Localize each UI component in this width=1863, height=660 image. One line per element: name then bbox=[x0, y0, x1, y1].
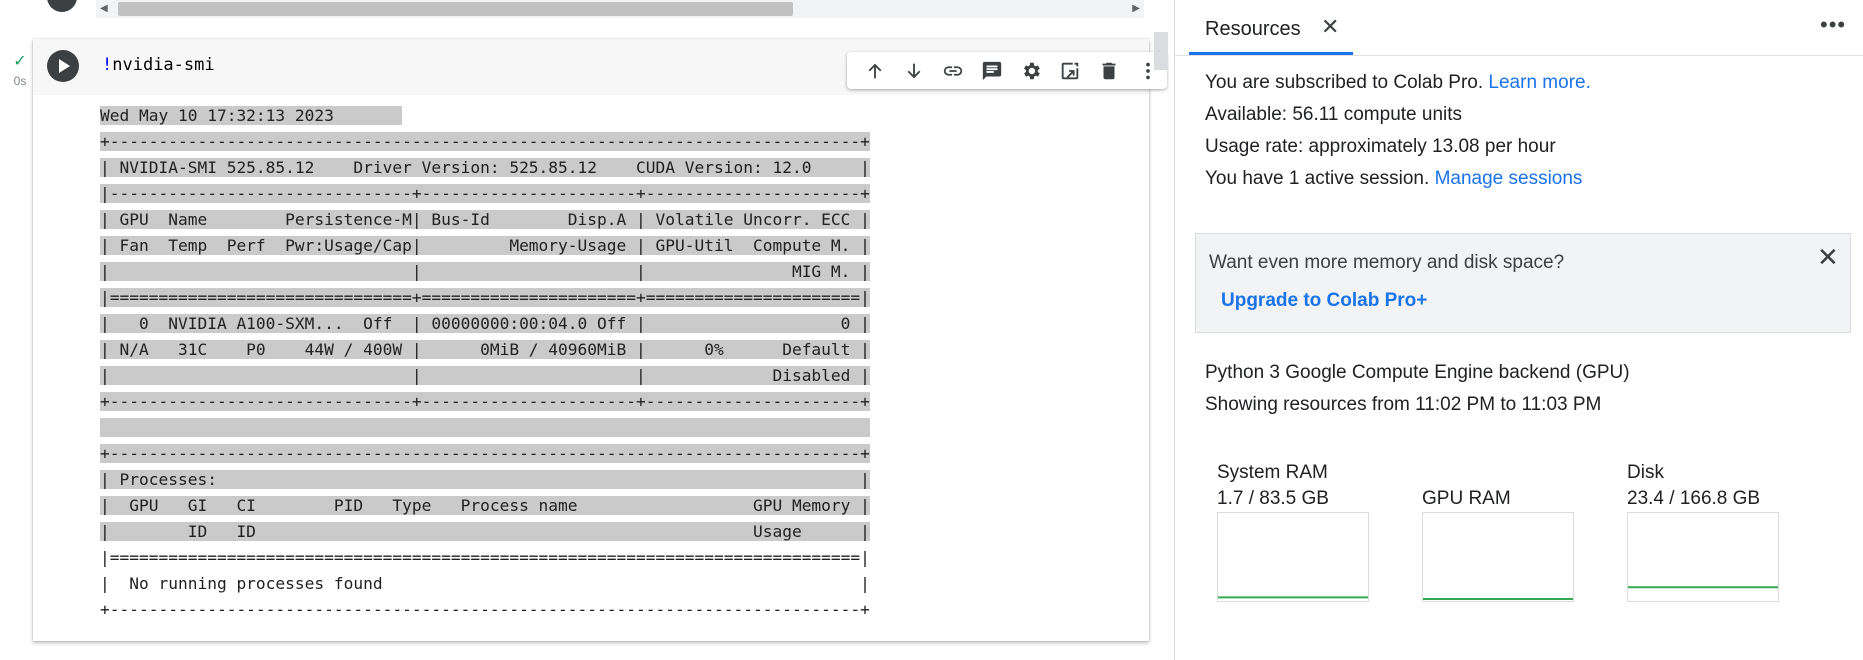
output-line: | 0 NVIDIA A100-SXM... Off | 00000000:00… bbox=[100, 314, 870, 333]
mirror-cell-icon[interactable] bbox=[1050, 52, 1089, 89]
scroll-right-icon[interactable]: ▶ bbox=[1132, 0, 1140, 18]
output-line: | N/A 31C P0 44W / 400W | 0MiB / 40960Mi… bbox=[100, 340, 870, 359]
subscription-line: You are subscribed to Colab Pro. Learn m… bbox=[1205, 72, 1591, 94]
usage-chart bbox=[1627, 512, 1779, 602]
upgrade-link[interactable]: Upgrade to Colab Pro+ bbox=[1221, 290, 1427, 312]
subscription-text: You are subscribed to Colab Pro. bbox=[1205, 72, 1489, 93]
meter-name: GPU RAM bbox=[1422, 488, 1511, 509]
output-line: | NVIDIA-SMI 525.85.12 Driver Version: 5… bbox=[100, 158, 870, 177]
output-line: Wed May 10 17:32:13 2023 bbox=[100, 106, 403, 125]
scrollbar-thumb[interactable] bbox=[118, 2, 793, 16]
shell-bang: ! bbox=[102, 55, 113, 75]
output-line: +---------------------------------------… bbox=[100, 444, 870, 463]
output-line: | | | Disabled | bbox=[100, 366, 870, 385]
sessions-line: You have 1 active session. Manage sessio… bbox=[1205, 168, 1582, 190]
meter-name: System RAM bbox=[1217, 462, 1328, 483]
meter-name: Disk bbox=[1627, 462, 1664, 483]
backend-info: Python 3 Google Compute Engine backend (… bbox=[1205, 362, 1630, 383]
arrow-up-icon[interactable] bbox=[855, 52, 894, 89]
meter-disk: Disk 23.4 / 166.8 GB bbox=[1627, 460, 1787, 602]
resources-panel: Resources ✕ ••• You are subscribed to Co… bbox=[1175, 0, 1863, 660]
output-line: | GPU Name Persistence-M| Bus-Id Disp.A … bbox=[100, 210, 870, 229]
available-units: Available: 56.11 compute units bbox=[1205, 104, 1463, 125]
tab-resources[interactable]: Resources bbox=[1205, 18, 1301, 41]
link-icon[interactable] bbox=[933, 52, 972, 89]
execution-time: 0s bbox=[13, 74, 27, 88]
meter-value: 23.4 / 166.8 GB bbox=[1627, 488, 1761, 509]
close-icon[interactable]: ✕ bbox=[1817, 242, 1839, 272]
output-line: | GPU GI CI PID Type Process name GPU Me… bbox=[100, 496, 870, 515]
run-cell-button[interactable] bbox=[47, 50, 79, 82]
code-cell[interactable]: !nvidia-smi Wed May 10 17:32:13 2023 +--… bbox=[33, 39, 1167, 641]
output-line: +---------------------------------------… bbox=[100, 600, 870, 619]
time-range: Showing resources from 11:02 PM to 11:03… bbox=[1205, 394, 1602, 415]
output-line: | ID ID Usage | bbox=[100, 522, 870, 541]
learn-more-link[interactable]: Learn more. bbox=[1488, 72, 1590, 93]
cell-toolbar bbox=[847, 52, 1167, 89]
check-icon: ✓ bbox=[13, 53, 27, 70]
meter-system-ram: System RAM 1.7 / 83.5 GB bbox=[1217, 460, 1377, 602]
code-text: nvidia-smi bbox=[112, 55, 215, 75]
cell-output: Wed May 10 17:32:13 2023 +--------------… bbox=[33, 95, 1149, 641]
usage-chart bbox=[1422, 512, 1574, 602]
meter-value: 1.7 / 83.5 GB bbox=[1217, 488, 1329, 509]
usage-chart bbox=[1217, 512, 1369, 602]
arrow-down-icon[interactable] bbox=[894, 52, 933, 89]
scroll-left-icon[interactable]: ◀ bbox=[100, 0, 108, 18]
output-line: | | | MIG M. | bbox=[100, 262, 870, 281]
tab-underline bbox=[1189, 52, 1353, 55]
close-icon[interactable]: ✕ bbox=[1321, 14, 1339, 40]
play-icon bbox=[59, 59, 70, 73]
meter-gpu-ram: GPU RAM bbox=[1422, 460, 1582, 602]
output-line: +---------------------------------------… bbox=[100, 132, 870, 151]
output-line bbox=[100, 418, 870, 437]
upgrade-banner: Want even more memory and disk space? Up… bbox=[1195, 233, 1851, 333]
usage-rate: Usage rate: approximately 13.08 per hour bbox=[1205, 136, 1556, 157]
output-line: | Fan Temp Perf Pwr:Usage/Cap| Memory-Us… bbox=[100, 236, 870, 255]
cell-execution-status: ✓ 0s bbox=[8, 53, 32, 89]
output-line: |===============================+=======… bbox=[100, 288, 870, 307]
sessions-text: You have 1 active session. bbox=[1205, 168, 1435, 189]
comment-icon[interactable] bbox=[972, 52, 1011, 89]
upgrade-prompt: Want even more memory and disk space? bbox=[1209, 252, 1565, 273]
output-text: Wed May 10 17:32:13 2023 +--------------… bbox=[100, 103, 870, 623]
meter-name-spacer bbox=[1422, 460, 1582, 486]
resources-header: Resources ✕ ••• bbox=[1175, 0, 1863, 56]
output-line: +-------------------------------+-------… bbox=[100, 392, 870, 411]
output-line: |-------------------------------+-------… bbox=[100, 184, 870, 203]
code-line[interactable]: !nvidia-smi bbox=[102, 55, 215, 75]
trash-icon[interactable] bbox=[1089, 52, 1128, 89]
gear-icon[interactable] bbox=[1011, 52, 1050, 89]
vertical-scrollbar-thumb[interactable] bbox=[1154, 32, 1168, 70]
manage-sessions-link[interactable]: Manage sessions bbox=[1435, 168, 1583, 189]
notebook-area: ◀ ▶ ✓ 0s !nvidia-smi Wed May 10 17:32:13… bbox=[0, 0, 1174, 660]
horizontal-scrollbar[interactable]: ◀ ▶ bbox=[96, 0, 1144, 18]
output-line: | Processes: | bbox=[100, 470, 870, 489]
output-line: | No running processes found | bbox=[100, 574, 870, 593]
previous-cell-run-button[interactable] bbox=[47, 0, 77, 12]
code-editor[interactable]: !nvidia-smi bbox=[33, 39, 1167, 95]
more-horiz-icon[interactable]: ••• bbox=[1820, 12, 1846, 38]
output-line: |=======================================… bbox=[100, 548, 870, 567]
